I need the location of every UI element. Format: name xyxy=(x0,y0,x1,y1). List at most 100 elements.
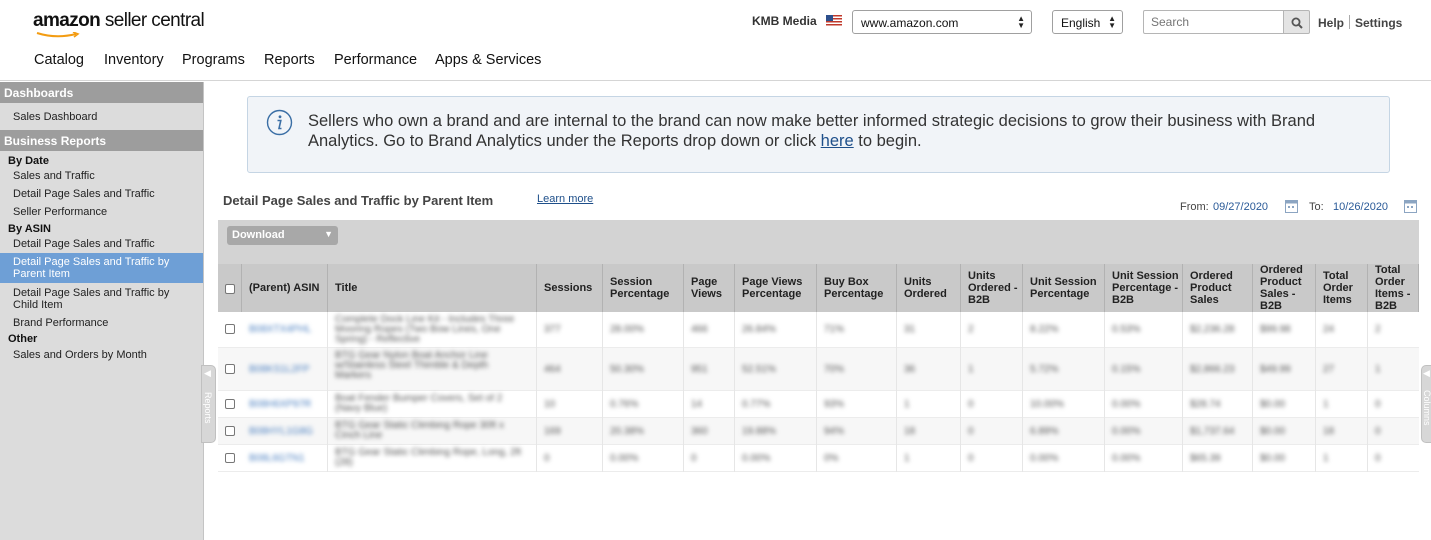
sidebar-item-brand-performance[interactable]: Brand Performance xyxy=(13,317,108,329)
table-cell: 0.00% xyxy=(610,453,639,464)
account-name[interactable]: KMB Media xyxy=(752,14,817,28)
sidebar-item-sales-orders-month[interactable]: Sales and Orders by Month xyxy=(13,349,147,361)
amazon-smile-icon xyxy=(36,32,80,38)
sidebar-item-asin-detail-page[interactable]: Detail Page Sales and Traffic xyxy=(13,238,155,250)
header-separator xyxy=(1349,15,1350,29)
table-cell: 10 xyxy=(544,399,556,410)
sidebar-item-child-item[interactable]: Detail Page Sales and Traffic by Child I… xyxy=(13,287,169,311)
table-row[interactable]: B08H6XP97R Boat Fender Bumper Covers, Set… xyxy=(218,391,1419,418)
table-cell: 0 xyxy=(691,453,697,464)
columns-collapse-tab[interactable]: ◀ Columns xyxy=(1421,365,1431,443)
search-input[interactable] xyxy=(1143,10,1284,34)
header-total-order-items[interactable]: Total Order Items xyxy=(1316,264,1368,312)
nav-inventory[interactable]: Inventory xyxy=(104,52,164,68)
download-dropdown[interactable]: Download ▼ xyxy=(227,226,338,245)
header-page-views[interactable]: Page Views xyxy=(684,264,735,312)
header-units-ordered-b2b[interactable]: Units Ordered - B2B xyxy=(961,264,1023,312)
nav-apps-services[interactable]: Apps & Services xyxy=(435,52,541,68)
download-label: Download xyxy=(232,229,285,241)
column-divider xyxy=(602,312,603,472)
row-checkbox[interactable] xyxy=(225,453,235,463)
select-arrows-icon: ▲ ▼ xyxy=(1108,14,1116,30)
sidebar-item-sales-dashboard[interactable]: Sales Dashboard xyxy=(13,111,97,123)
reports-collapse-tab[interactable]: ◀ Reports xyxy=(201,365,216,443)
sidebar-item-label: Detail Page Sales and Traffic by xyxy=(13,256,170,268)
asin-link[interactable]: B08XTX4PHL xyxy=(249,324,311,335)
row-checkbox[interactable] xyxy=(225,399,235,409)
header-session-percentage[interactable]: Session Percentage xyxy=(603,264,684,312)
header-buy-box-percentage[interactable]: Buy Box Percentage xyxy=(817,264,897,312)
chevron-left-icon: ◀ xyxy=(204,368,211,378)
table-cell: 0.77% xyxy=(742,399,771,410)
header-ordered-product-sales[interactable]: Ordered Product Sales xyxy=(1183,264,1253,312)
row-checkbox[interactable] xyxy=(225,426,235,436)
sidebar-item-seller-performance[interactable]: Seller Performance xyxy=(13,206,107,218)
table-row[interactable]: B08XTX4PHL Complete Dock Line Kit - Inclu… xyxy=(218,312,1419,348)
nav-reports[interactable]: Reports xyxy=(264,52,315,68)
nav-catalog[interactable]: Catalog xyxy=(34,52,84,68)
calendar-icon[interactable] xyxy=(1404,199,1417,213)
table-cell: $0.00 xyxy=(1260,453,1286,464)
table-cell: 5.72% xyxy=(1030,364,1059,375)
table-cell: 26.84% xyxy=(742,324,776,335)
table-cell: 50.30% xyxy=(610,364,644,375)
header-unit-session-percentage-b2b[interactable]: Unit Session Percentage - B2B xyxy=(1105,264,1183,312)
language-select[interactable]: English ▲ ▼ xyxy=(1052,10,1123,34)
select-all-checkbox[interactable] xyxy=(225,284,235,294)
header-units-ordered[interactable]: Units Ordered xyxy=(897,264,961,312)
header-page-views-percentage[interactable]: Page Views Percentage xyxy=(735,264,817,312)
table-row[interactable]: B08HYL1G8G BTG Gear Static Climbing Rope … xyxy=(218,418,1419,445)
table-row[interactable]: B08KS1L2FP BTG Gear Nylon Boat Anchor Lin… xyxy=(218,348,1419,391)
table-cell: $49.99 xyxy=(1260,364,1291,375)
table-cell: $28.74 xyxy=(1190,399,1221,410)
table-cell: 36 xyxy=(904,364,916,375)
from-label: From: xyxy=(1180,201,1209,213)
asin-link[interactable]: B08HYL1G8G xyxy=(249,426,313,437)
sidebar-item-sales-and-traffic[interactable]: Sales and Traffic xyxy=(13,170,95,182)
nav-programs[interactable]: Programs xyxy=(182,52,245,68)
search-button[interactable] xyxy=(1284,10,1310,34)
info-icon xyxy=(266,109,293,136)
amazon-seller-central-logo[interactable]: amazon seller central xyxy=(33,10,205,32)
asin-link[interactable]: B08H6XP97R xyxy=(249,399,311,410)
table-row[interactable]: B08L6GTN1 BTG Gear Static Climbing Rope, … xyxy=(218,445,1419,472)
from-date[interactable]: 09/27/2020 xyxy=(1213,201,1268,213)
header-total-order-items-b2b[interactable]: Total Order Items - B2B xyxy=(1368,264,1419,312)
calendar-icon[interactable] xyxy=(1285,199,1298,213)
sidebar-item-detail-page-sales-traffic[interactable]: Detail Page Sales and Traffic xyxy=(13,188,155,200)
row-checkbox[interactable] xyxy=(225,324,235,334)
columns-tab-label: Columns xyxy=(1422,390,1431,426)
header-unit-session-percentage[interactable]: Unit Session Percentage xyxy=(1023,264,1105,312)
asin-link[interactable]: B08KS1L2FP xyxy=(249,364,310,375)
table-cell: 24 xyxy=(1323,324,1335,335)
help-link[interactable]: Help xyxy=(1318,16,1344,30)
table-cell: 71% xyxy=(824,324,845,335)
product-title-cell: BTG Gear Static Climbing Rope, Long, 2ft… xyxy=(335,448,522,468)
sidebar-item-label: Child Item xyxy=(13,299,63,311)
table-cell: 1 xyxy=(1323,399,1329,410)
table-cell: 70% xyxy=(824,364,845,375)
banner-here-link[interactable]: here xyxy=(821,132,854,150)
table-cell: 0 xyxy=(544,453,550,464)
header-parent-asin[interactable]: (Parent) ASIN xyxy=(242,264,328,312)
row-checkbox[interactable] xyxy=(225,364,235,374)
column-divider xyxy=(1104,312,1105,472)
settings-link[interactable]: Settings xyxy=(1355,16,1402,30)
table-cell: 20.38% xyxy=(610,426,644,437)
marketplace-select[interactable]: www.amazon.com ▲ ▼ xyxy=(852,10,1032,34)
table-cell: $65.39 xyxy=(1190,453,1221,464)
nav-performance[interactable]: Performance xyxy=(334,52,417,68)
header-title[interactable]: Title xyxy=(328,264,537,312)
learn-more-link[interactable]: Learn more xyxy=(537,193,593,205)
table-cell: 0.00% xyxy=(1112,399,1141,410)
to-date[interactable]: 10/26/2020 xyxy=(1333,201,1388,213)
product-title-cell: Complete Dock Line Kit - Includes Three … xyxy=(335,315,515,345)
table-cell: 1 xyxy=(968,364,974,375)
table-cell: 93% xyxy=(824,399,845,410)
to-label: To: xyxy=(1309,201,1324,213)
logo-suffix: seller central xyxy=(104,10,205,31)
asin-link[interactable]: B08L6GTN1 xyxy=(249,453,305,464)
header-sessions[interactable]: Sessions xyxy=(537,264,603,312)
sidebar-item-parent-item[interactable]: Detail Page Sales and Traffic by Parent … xyxy=(0,253,203,283)
header-ordered-product-sales-b2b[interactable]: Ordered Product Sales - B2B xyxy=(1253,264,1316,312)
